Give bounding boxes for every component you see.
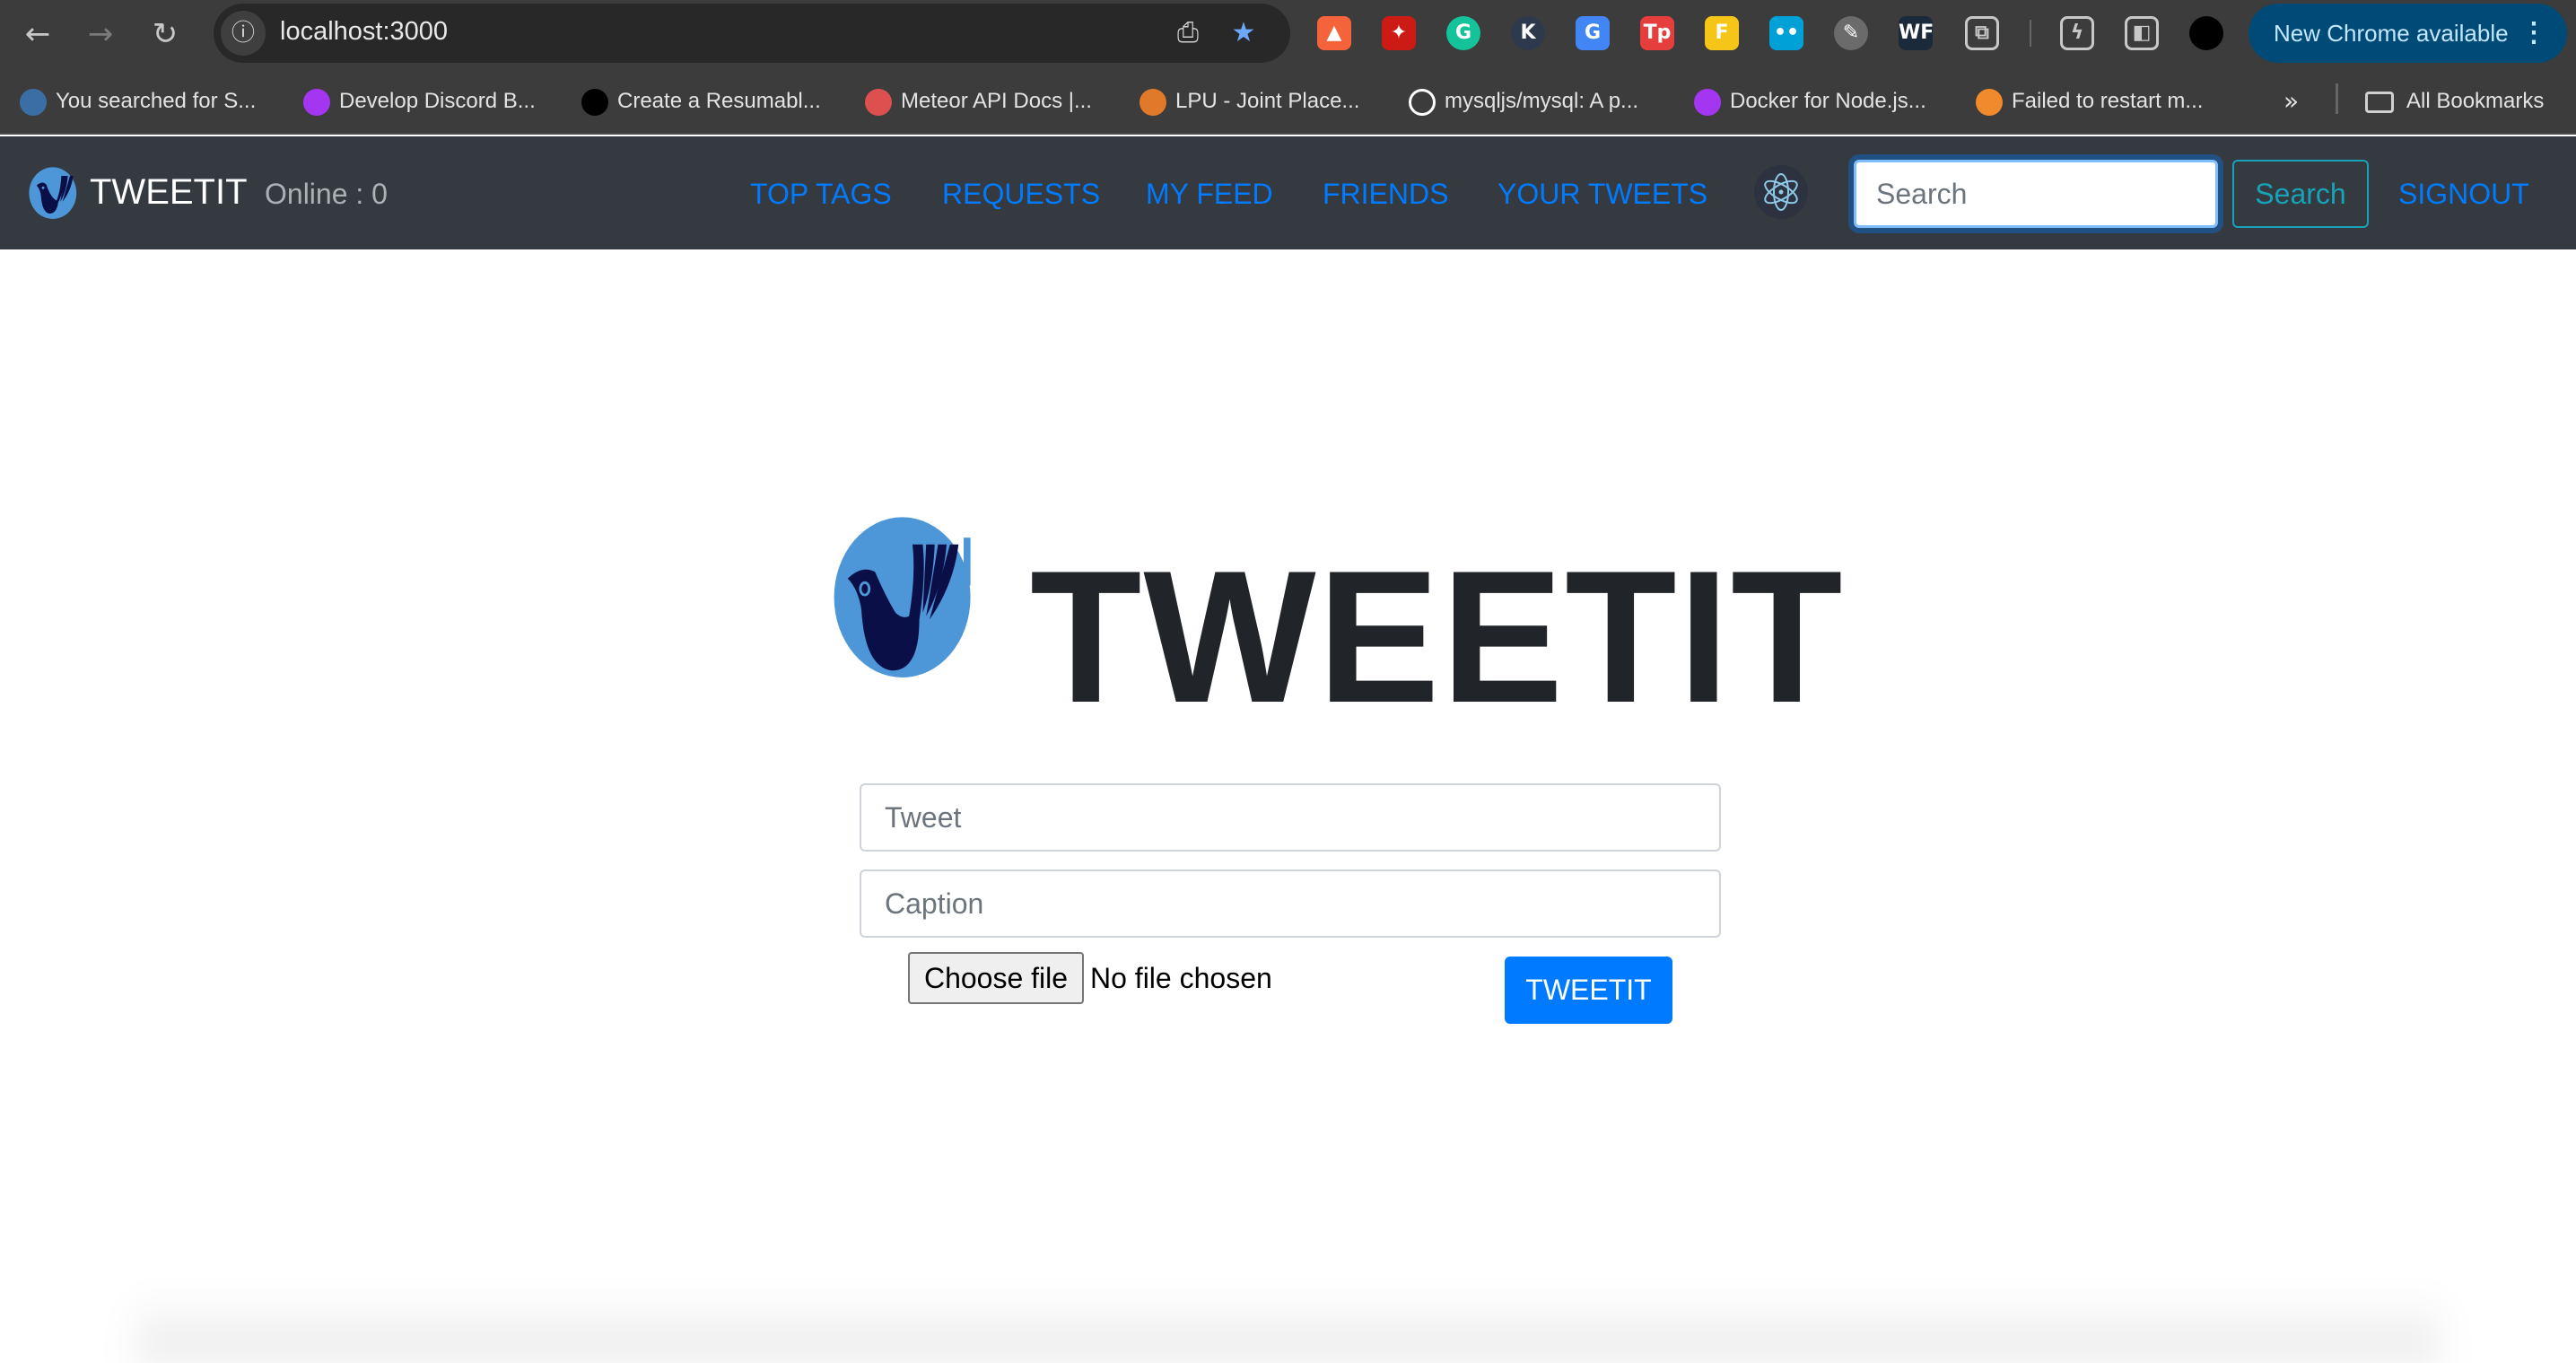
tweet-input[interactable] — [860, 783, 1721, 852]
performance-leaf-icon[interactable]: ϟ — [2060, 16, 2094, 50]
app-navbar: TWEETIT Online : 0 TOP TAGS REQUESTS MY … — [0, 136, 2576, 249]
grammarly-icon[interactable]: G — [1446, 16, 1480, 50]
bookmarks-divider — [2336, 83, 2338, 114]
online-count: Online : 0 — [265, 178, 388, 210]
meteor-favicon-icon — [865, 88, 892, 116]
udemy-favicon-icon — [1694, 88, 1721, 116]
f-extension-icon[interactable]: F — [1705, 16, 1739, 50]
medium-favicon-icon — [581, 88, 608, 116]
caption-input[interactable] — [860, 869, 1721, 938]
tweetit-logo-icon[interactable] — [27, 165, 81, 219]
bookmarks-bar: You searched for S... Develop Discord B..… — [0, 67, 2576, 135]
bookmark-item[interactable]: Create a Resumabl... — [581, 85, 821, 118]
bookmark-label: Develop Discord B... — [339, 89, 536, 113]
bookmark-label: Meteor API Docs |... — [901, 89, 1092, 113]
k-extension-icon[interactable]: K — [1511, 16, 1545, 50]
update-label: New Chrome available — [2274, 20, 2509, 47]
address-bar[interactable]: ⓘ localhost:3000 ⎙ ★ — [214, 4, 1290, 63]
bookmark-item[interactable]: Docker for Node.js... — [1694, 85, 1926, 118]
all-bookmarks-button[interactable]: All Bookmarks — [2365, 85, 2544, 118]
tp-extension-icon[interactable]: Tp — [1640, 16, 1674, 50]
triangle-favicon-icon — [20, 88, 47, 116]
tweetit-hero-logo-icon — [834, 517, 971, 677]
lpu-favicon-icon — [1140, 88, 1166, 116]
site-info-icon[interactable]: ⓘ — [221, 11, 266, 56]
kebab-menu-icon[interactable]: ⋮ — [2520, 4, 2547, 63]
nav-top-tags[interactable]: TOP TAGS — [750, 174, 892, 214]
wrench-extension-icon[interactable]: ✎ — [1834, 16, 1868, 50]
nav-friends[interactable]: FRIENDS — [1323, 174, 1448, 214]
extensions-puzzle-icon[interactable]: ⧉ — [1965, 16, 1999, 50]
search-input[interactable] — [1854, 160, 2218, 228]
bookmark-label: Create a Resumabl... — [617, 89, 821, 113]
hero-title: TWEETIT — [1030, 531, 1845, 742]
reload-icon[interactable]: ↻ — [147, 16, 183, 52]
brand-name[interactable]: TWEETIT — [90, 170, 248, 214]
atom-icon[interactable] — [1754, 165, 1808, 219]
toolbar-divider — [2030, 20, 2031, 47]
magic-wand-icon[interactable]: ✦ — [1382, 16, 1416, 50]
bilibili-icon[interactable]: •• — [1769, 16, 1803, 50]
bookmark-item[interactable]: LPU - Joint Place... — [1140, 85, 1359, 118]
bookmark-label: Failed to restart m... — [2012, 89, 2204, 113]
github-favicon-icon — [1409, 88, 1436, 116]
avatar-favicon-icon — [1976, 88, 2003, 116]
bookmark-item[interactable]: mysqljs/mysql: A p... — [1409, 85, 1638, 118]
bookmark-item[interactable]: Failed to restart m... — [1976, 85, 2203, 118]
bookmark-item[interactable]: Develop Discord B... — [303, 85, 536, 118]
chevron-double-right-icon[interactable]: » — [2283, 85, 2299, 118]
bookmark-star-icon[interactable]: ★ — [1227, 17, 1260, 49]
nav-my-feed[interactable]: MY FEED — [1146, 174, 1273, 214]
file-status: No file chosen — [1090, 962, 1272, 994]
url-text[interactable]: localhost:3000 — [280, 17, 448, 47]
bookmark-label: LPU - Joint Place... — [1175, 89, 1360, 113]
bookmark-label: Docker for Node.js... — [1730, 89, 1926, 113]
google-translate-icon[interactable]: G — [1576, 16, 1610, 50]
bookmark-item[interactable]: You searched for S... — [20, 85, 256, 118]
bookmark-label: You searched for S... — [56, 89, 257, 113]
tweetit-submit-button[interactable]: TWEETIT — [1505, 957, 1672, 1024]
profile-avatar[interactable] — [2189, 16, 2223, 50]
install-app-icon[interactable]: ⎙ — [1172, 17, 1204, 49]
new-chrome-available-button[interactable]: New Chrome available ⋮ — [2249, 4, 2567, 63]
bookmark-label: mysqljs/mysql: A p... — [1445, 89, 1639, 113]
back-arrow-icon[interactable]: ← — [20, 16, 56, 52]
nav-your-tweets[interactable]: YOUR TWEETS — [1498, 174, 1707, 214]
bookmark-item[interactable]: Meteor API Docs |... — [865, 85, 1092, 118]
signout-link[interactable]: SIGNOUT — [2398, 174, 2529, 214]
browser-toolbar: ← → ↻ ⓘ localhost:3000 ⎙ ★ ▲ ✦ G K G Tp F •• ✎ WF… — [0, 0, 2576, 67]
wf-extension-icon[interactable]: WF — [1899, 16, 1934, 50]
forward-arrow-icon[interactable]: → — [83, 16, 118, 52]
nav-requests[interactable]: REQUESTS — [942, 174, 1100, 214]
side-panel-icon[interactable]: ◧ — [2125, 16, 2159, 50]
lighthouse-icon[interactable]: ▲ — [1317, 16, 1351, 50]
search-button[interactable]: Search — [2232, 160, 2369, 228]
choose-file-button[interactable]: Choose file — [908, 952, 1084, 1004]
bottom-shadow — [135, 1292, 2441, 1363]
folder-icon — [2365, 91, 2394, 113]
udemy-favicon-icon — [303, 88, 330, 116]
all-bookmarks-label: All Bookmarks — [2406, 89, 2545, 113]
